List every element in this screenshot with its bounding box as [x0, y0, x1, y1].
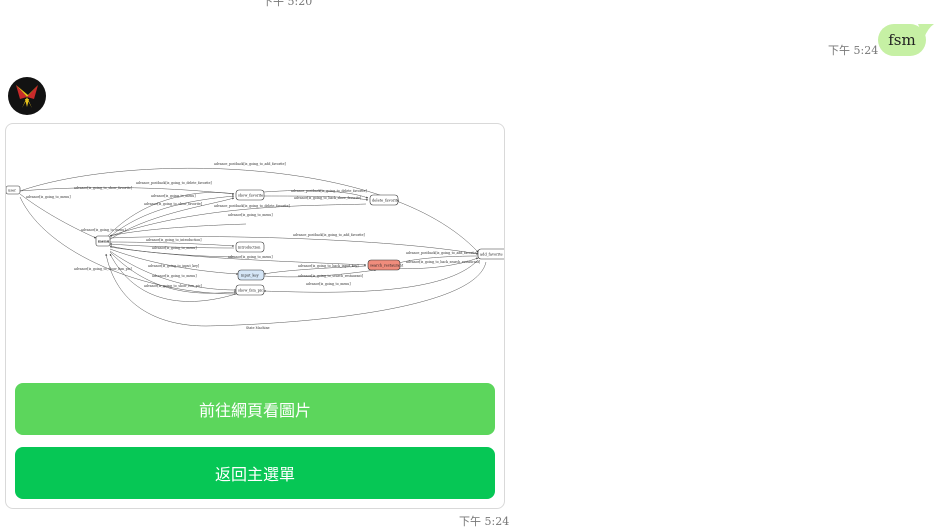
edge-label: advance[is_going_to_menu] — [306, 282, 351, 286]
edge-label: advance[is_going_to_menu] — [228, 255, 273, 259]
user-message-text: fsm — [888, 31, 916, 49]
edge-label: advance_postback[is_going_to_delete_favo… — [136, 181, 212, 185]
state-introduction: introduction — [238, 246, 261, 250]
state-show-favorite: show_favorite — [238, 194, 263, 198]
diagram-caption: State Machine — [246, 326, 270, 330]
edge-label: advance[is_going_to_menu] — [152, 246, 197, 250]
edge-label: advance[is_going_to_show_favorite] — [144, 202, 202, 206]
state-add-favorite: add_favorite — [480, 253, 503, 257]
edge-label: advance[is_going_to_back_input_key] — [298, 264, 358, 268]
edge-label: advance_postback[is_going_to_add_favorit… — [214, 162, 286, 166]
state-delete-favorite: delete_favorite — [372, 199, 399, 203]
edge-label: advance_postback[is_going_to_add_favorit… — [406, 251, 478, 255]
edge-label: advance[is_going_to_input_key] — [148, 264, 199, 268]
edge-label: advance[is_going_to_show_fsm_pic] — [74, 267, 132, 271]
edge-label: advance[is_going_to_menu] — [26, 195, 71, 199]
edge-label: advance[is_going_to_back_search_restaura… — [406, 260, 480, 264]
edge-label: advance[is_going_to_menu] — [81, 228, 126, 232]
edge-label: advance[is_going_to_back_show_favorite] — [294, 196, 361, 200]
edge-label: advance_postback[is_going_to_delete_favo… — [291, 189, 367, 193]
edge-label: advance[is_going_to_show_fsm_pic] — [144, 284, 202, 288]
state-search-restaurant: search_restaurant — [370, 264, 404, 268]
bot-image-card: user menu show_favorite delete_favorite … — [5, 123, 505, 509]
edge-label: advance[is_going_to_menu] — [152, 274, 197, 278]
state-input-key: input_key — [241, 274, 260, 278]
edge-label: advance[is_going_to_search_restaurant] — [298, 274, 363, 278]
fsm-diagram[interactable]: user menu show_favorite delete_favorite … — [6, 134, 504, 364]
view-image-button[interactable]: 前往網頁看圖片 — [15, 383, 495, 435]
edge-label: advance_postback[is_going_to_delete_favo… — [214, 204, 290, 208]
bot-avatar[interactable] — [8, 77, 46, 115]
state-show-fsm-pic: show_fsm_pic — [238, 289, 263, 293]
user-message-bubble: fsm — [878, 24, 926, 56]
edge-label: advance_postback[is_going_to_add_favorit… — [293, 233, 365, 237]
bot-logo-icon — [16, 85, 38, 108]
edge-label: advance[is_going_to_menu] — [151, 194, 196, 198]
card-time: 下午 5:24 — [459, 515, 510, 528]
timestamp-top: 下午 5:20 — [262, 0, 313, 8]
edge-label: advance[is_going_to_menu] — [228, 213, 273, 217]
edge-label: advance[is_going_to_show_favorite] — [74, 186, 132, 190]
message-time: 下午 5:24 — [828, 44, 879, 57]
edge-label: advance[is_going_to_introduction] — [146, 238, 202, 242]
back-to-menu-button[interactable]: 返回主選單 — [15, 447, 495, 499]
state-menu: menu — [98, 240, 110, 244]
state-user: user — [8, 189, 16, 193]
